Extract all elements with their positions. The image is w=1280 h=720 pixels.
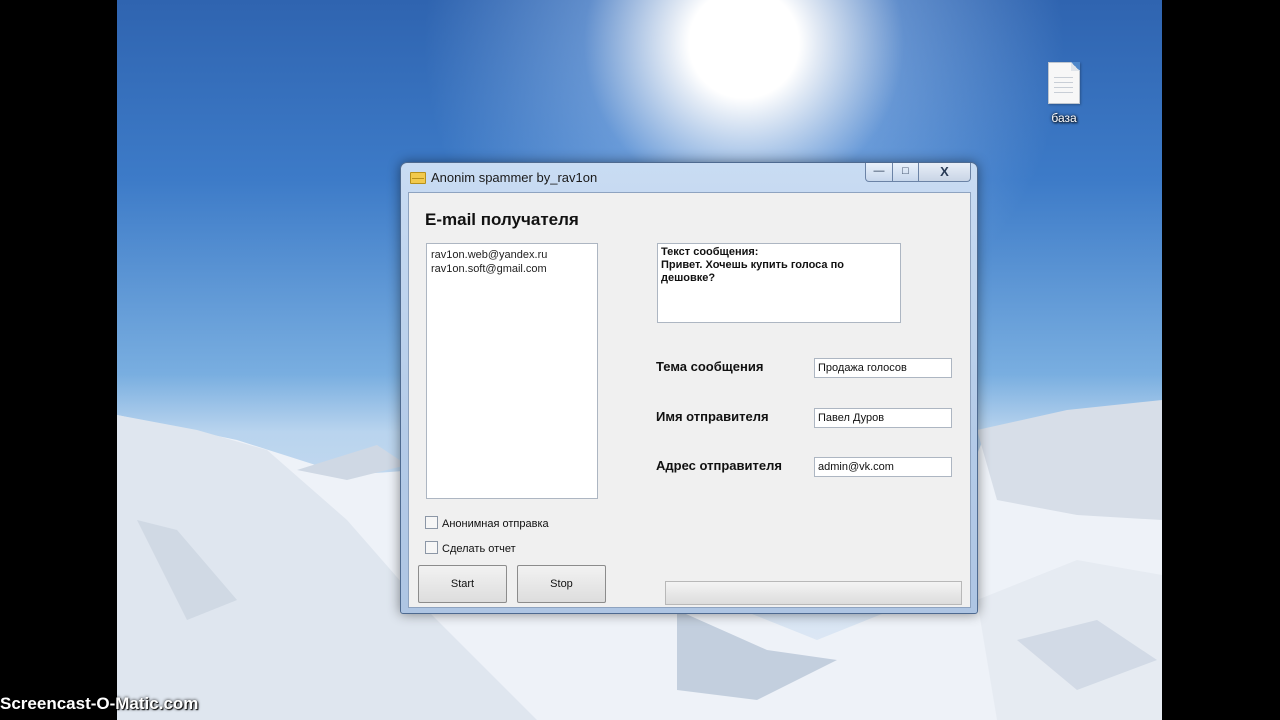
checkbox-icon[interactable]: [425, 541, 438, 554]
close-button[interactable]: X: [918, 163, 971, 182]
sender-address-field[interactable]: admin@vk.com: [814, 457, 952, 477]
title-bar[interactable]: Anonim spammer by_rav1on — □ X: [401, 163, 977, 191]
sender-address-label: Адрес отправителя: [656, 458, 782, 473]
progress-bar: [665, 581, 962, 605]
anonymous-checkbox-label: Анонимная отправка: [442, 518, 549, 530]
subject-field[interactable]: Продажа голосов: [814, 358, 952, 378]
window-client-area: E-mail получателя rav1on.web@yandex.ru r…: [408, 192, 971, 608]
report-checkbox-label: Сделать отчет: [442, 543, 516, 555]
letterbox-left: [0, 0, 117, 720]
sender-name-label: Имя отправителя: [656, 409, 769, 424]
start-button[interactable]: Start: [418, 565, 507, 603]
desktop-file-icon[interactable]: база: [1038, 62, 1090, 125]
message-textarea[interactable]: Текст сообщения: Привет. Хочешь купить г…: [657, 243, 901, 323]
app-window: Anonim spammer by_rav1on — □ X E-mail по…: [400, 162, 978, 614]
message-body: Привет. Хочешь купить голоса по дешовке?: [661, 259, 844, 284]
maximize-button[interactable]: □: [892, 163, 919, 182]
text-file-icon: [1048, 62, 1080, 104]
sender-name-field[interactable]: Павел Дуров: [814, 408, 952, 428]
checkbox-icon[interactable]: [425, 516, 438, 529]
list-item[interactable]: rav1on.web@yandex.ru: [427, 248, 597, 262]
anonymous-checkbox[interactable]: Анонимная отправка: [425, 516, 549, 530]
list-item[interactable]: rav1on.soft@gmail.com: [427, 262, 597, 276]
window-title: Anonim spammer by_rav1on: [431, 170, 598, 185]
desktop-icon-label: база: [1051, 111, 1077, 125]
message-label: Текст сообщения:: [661, 246, 759, 258]
recipients-list[interactable]: rav1on.web@yandex.ru rav1on.soft@gmail.c…: [426, 243, 598, 499]
stop-button[interactable]: Stop: [517, 565, 606, 603]
minimize-button[interactable]: —: [865, 163, 893, 182]
report-checkbox[interactable]: Сделать отчет: [425, 541, 516, 555]
envelope-icon: [410, 172, 426, 184]
letterbox-right: [1162, 0, 1280, 720]
screencast-watermark: Screencast-O-Matic.com: [0, 694, 199, 713]
recipients-heading: E-mail получателя: [425, 210, 579, 229]
subject-label: Тема сообщения: [656, 359, 764, 374]
